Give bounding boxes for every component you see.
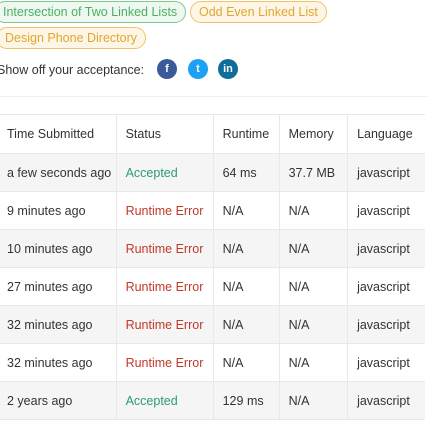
time-cell: 32 minutes ago bbox=[0, 343, 117, 382]
time-cell: 9 minutes ago bbox=[0, 191, 117, 230]
table-row[interactable]: 32 minutes ago Runtime Error N/A N/A javascr… bbox=[0, 305, 425, 344]
language-cell: javascript bbox=[347, 191, 425, 230]
column-header-time[interactable]: Time Submitted bbox=[0, 114, 117, 154]
runtime-cell: N/A bbox=[213, 343, 280, 382]
time-cell: 2 years ago bbox=[0, 381, 117, 420]
column-header-status[interactable]: Status bbox=[116, 114, 214, 154]
facebook-icon[interactable]: f bbox=[157, 59, 177, 79]
memory-cell: N/A bbox=[279, 305, 349, 344]
status-link[interactable]: Runtime Error bbox=[116, 191, 214, 230]
memory-cell: N/A bbox=[279, 229, 349, 268]
time-cell: 10 minutes ago bbox=[0, 229, 117, 268]
runtime-cell: N/A bbox=[213, 191, 280, 230]
memory-cell: N/A bbox=[279, 343, 349, 382]
column-header-runtime[interactable]: Runtime bbox=[213, 114, 280, 154]
language-cell: javascript bbox=[347, 381, 425, 420]
column-header-memory[interactable]: Memory bbox=[279, 114, 349, 154]
table-row[interactable]: 32 minutes ago Runtime Error N/A N/A javascr… bbox=[0, 343, 425, 382]
time-cell: 32 minutes ago bbox=[0, 305, 117, 344]
runtime-cell: N/A bbox=[213, 229, 280, 268]
status-link[interactable]: Runtime Error bbox=[116, 267, 214, 306]
memory-cell: 37.7 MB bbox=[279, 153, 349, 192]
table-row[interactable]: 27 minutes ago Runtime Error N/A N/A javascr… bbox=[0, 267, 425, 306]
table-row[interactable]: a few seconds ago Accepted 64 ms 37.7 MB jav… bbox=[0, 153, 425, 192]
table-header-row: Time Submitted Status Runtime Memory Lan… bbox=[0, 114, 425, 154]
memory-cell: N/A bbox=[279, 381, 349, 420]
memory-cell: N/A bbox=[279, 267, 349, 306]
submissions-table: Time Submitted Status Runtime Memory Lan… bbox=[0, 114, 425, 420]
language-cell: javascript bbox=[347, 153, 425, 192]
status-link[interactable]: Runtime Error bbox=[116, 305, 214, 344]
status-link[interactable]: Runtime Error bbox=[116, 229, 214, 268]
table-row[interactable]: 10 minutes ago Runtime Error N/A N/A javascr… bbox=[0, 229, 425, 268]
similar-question-tag[interactable]: Intersection of Two Linked Lists bbox=[0, 1, 187, 23]
language-cell: javascript bbox=[347, 229, 425, 268]
status-link[interactable]: Accepted bbox=[116, 153, 214, 192]
runtime-cell: 129 ms bbox=[213, 381, 280, 420]
similar-question-tag[interactable]: Odd Even Linked List bbox=[190, 1, 327, 23]
divider bbox=[0, 96, 427, 97]
share-label: Show off your acceptance: bbox=[0, 63, 145, 77]
language-cell: javascript bbox=[347, 305, 425, 344]
linkedin-icon[interactable]: in bbox=[218, 59, 238, 79]
status-link[interactable]: Accepted bbox=[116, 381, 214, 420]
table-row[interactable]: 9 minutes ago Runtime Error N/A N/A javascri… bbox=[0, 191, 425, 230]
status-link[interactable]: Runtime Error bbox=[116, 343, 214, 382]
table-row[interactable]: 2 years ago Accepted 129 ms N/A javascript bbox=[0, 381, 425, 420]
runtime-cell: N/A bbox=[213, 267, 280, 306]
runtime-cell: N/A bbox=[213, 305, 280, 344]
memory-cell: N/A bbox=[279, 191, 349, 230]
time-cell: a few seconds ago bbox=[0, 153, 117, 192]
time-cell: 27 minutes ago bbox=[0, 267, 117, 306]
language-cell: javascript bbox=[347, 343, 425, 382]
similar-question-tag[interactable]: Design Phone Directory bbox=[0, 27, 147, 49]
column-header-language[interactable]: Language bbox=[347, 114, 425, 154]
twitter-icon[interactable]: t bbox=[188, 59, 208, 79]
language-cell: javascript bbox=[347, 267, 425, 306]
runtime-cell: 64 ms bbox=[213, 153, 280, 192]
